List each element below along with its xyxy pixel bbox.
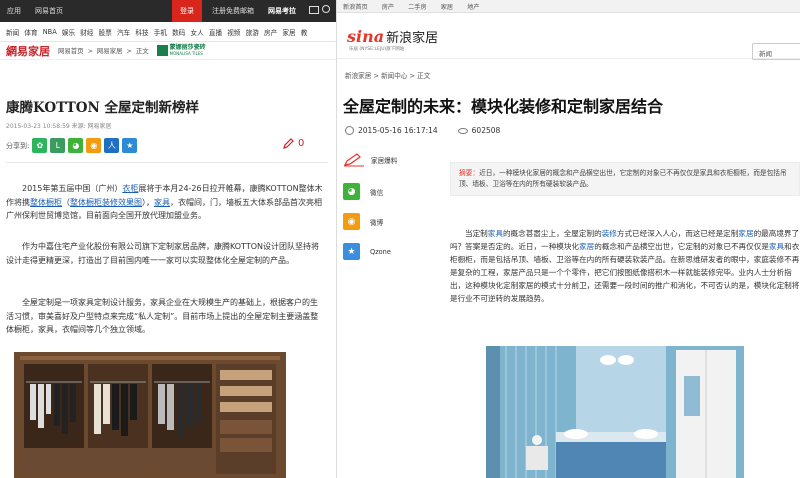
wardrobe-link[interactable]: 衣柜 xyxy=(122,184,138,193)
share-bar: 分享到: ✿ L ◕ ◉ 人 ★ xyxy=(6,138,138,153)
nav-item[interactable]: 股票 xyxy=(99,27,112,37)
article-paragraph: 作为中嘉住宅产业化股份有限公司旗下定制家居品牌，康腾KOTTON设计团队坚持将设… xyxy=(6,242,320,265)
sina-topbar: 新浪首页 房产 二手房 家居 地产 xyxy=(337,0,800,13)
netease-home-link[interactable]: 网易首页 xyxy=(28,0,70,22)
nav-item[interactable]: 汽车 xyxy=(117,27,130,37)
sina-home-logo[interactable]: sina 新浪家居 xyxy=(347,27,438,46)
comment-number: 0 xyxy=(298,138,305,149)
cabinet-link[interactable]: 整体橱柜 xyxy=(30,198,62,207)
weibo-share-button[interactable]: ◉ 微博 xyxy=(343,213,425,230)
nav-item[interactable]: 科技 xyxy=(135,27,148,37)
wechat-share-icon[interactable]: ◕ xyxy=(68,138,84,153)
mail-icon[interactable] xyxy=(309,6,319,14)
nav-item[interactable]: 直播 xyxy=(209,27,222,37)
search-category-select[interactable]: 新闻 xyxy=(752,43,800,60)
article-summary: 摘要：近日，一种模块化家居的概念和产品横空出世，它定制的对象已不再仅仅是家具和衣… xyxy=(450,162,800,196)
sina-header: sina 新浪家居 乐居 (NYSE:LEJU)旗下网站 新闻 xyxy=(337,13,800,60)
sina-topbar-link[interactable]: 家居 xyxy=(441,2,453,11)
nav-item[interactable]: 旅游 xyxy=(246,27,259,37)
furniture-link[interactable]: 家具 xyxy=(769,242,784,251)
qzone-icon: ★ xyxy=(343,243,360,260)
netease-topbar: 应用 网易首页 登录 注册免费邮箱 网易考拉 xyxy=(0,0,336,22)
report-button[interactable]: 家居爆料 xyxy=(343,153,425,167)
views-icon xyxy=(457,127,468,134)
home-link[interactable]: 家居 xyxy=(579,242,594,251)
sponsor-mark-icon xyxy=(156,45,168,56)
sina-topbar-link[interactable]: 二手房 xyxy=(408,2,427,11)
register-mail-link[interactable]: 注册免费邮箱 xyxy=(212,6,254,16)
pen-icon xyxy=(343,153,364,167)
breadcrumb-channel[interactable]: 网易家居 xyxy=(97,46,123,55)
nav-item[interactable]: 家居 xyxy=(282,27,295,37)
netease-article-pane: 应用 网易首页 登录 注册免费邮箱 网易考拉 新闻 体育 NBA 娱乐 财经 股票 汽车 科技… xyxy=(0,0,336,478)
nav-item[interactable]: 数码 xyxy=(172,27,185,37)
sponsor-logo[interactable]: 蒙娜丽莎瓷砖 MONALISA TILES xyxy=(156,45,206,56)
search-icon[interactable] xyxy=(322,5,330,13)
article-paragraph: 2015年第五届中国（广州）衣柜展将于本月24-26日拉开帷幕，康腾KOTTON… xyxy=(6,184,323,221)
breadcrumb-home[interactable]: 网易首页 xyxy=(58,46,84,55)
wechat-icon: ◕ xyxy=(343,183,360,200)
furniture-link[interactable]: 家具 xyxy=(488,229,503,238)
qzone-share-button[interactable]: ★ Qzone xyxy=(343,243,425,260)
sina-topbar-link[interactable]: 地产 xyxy=(467,2,479,11)
nav-item[interactable]: 娱乐 xyxy=(62,27,75,37)
kaola-link[interactable]: 网易考拉 xyxy=(268,6,296,16)
article-datetime: 2015-05-16 16:17:14 xyxy=(358,126,438,135)
article-title: 全屋定制的未来：模块化装修和定制家居结合 xyxy=(343,97,664,116)
view-count: 602508 xyxy=(471,126,501,135)
article-title: 康腾KOTTON 全屋定制新榜样 xyxy=(6,100,200,116)
divider xyxy=(6,162,328,163)
cabinet-gallery-link[interactable]: 整体橱柜装修效果图 xyxy=(70,198,142,207)
nav-item[interactable]: 教 xyxy=(301,27,308,37)
furniture-link[interactable]: 家具 xyxy=(154,198,170,207)
decoration-link[interactable]: 装修 xyxy=(602,229,617,238)
yixin-share-icon[interactable]: ✿ xyxy=(32,138,48,153)
share-label: 分享到: xyxy=(6,141,30,150)
sina-logo-subtitle: 乐居 (NYSE:LEJU)旗下网站 xyxy=(349,47,405,52)
article-body: 当定制家具的概念甚嚣尘上，全屋定制的装修方式已经深入人心，而这已经是定制家居的最… xyxy=(450,229,800,303)
breadcrumb-current: 正文 xyxy=(135,47,149,55)
sina-topbar-link[interactable]: 新浪首页 xyxy=(343,2,368,11)
qzone-share-icon[interactable]: ★ xyxy=(122,138,138,153)
wardrobe-photo xyxy=(14,352,286,478)
netease-home-logo[interactable]: 網易家居 xyxy=(6,43,50,59)
article-paragraph: 全屋定制是一项家具定制设计服务，家具企业在大规模生产的基础上，根据客户的生活习惯… xyxy=(6,298,319,335)
article-meta: 2015-03-23 10:58:59 来源: 网易家居 xyxy=(6,123,112,130)
article-meta: 2015-05-16 16:17:14 602508 xyxy=(345,126,500,135)
lofter-share-icon[interactable]: L xyxy=(50,138,66,153)
home-link[interactable]: 家居 xyxy=(738,229,753,238)
comment-count[interactable]: 0 xyxy=(283,138,304,149)
netease-home-brand-bar: 網易家居 网易首页 > 网易家居 > 正文 蒙娜丽莎瓷砖 MONALISA TILES xyxy=(0,42,336,60)
apps-menu[interactable]: 应用 xyxy=(0,0,28,22)
weibo-share-icon[interactable]: ◉ xyxy=(86,138,102,153)
nav-item[interactable]: 手机 xyxy=(154,27,167,37)
netease-channel-nav: 新闻 体育 NBA 娱乐 财经 股票 汽车 科技 手机 数码 女人 直播 视频 旅游 房产 家居教 xyxy=(0,22,336,42)
login-button[interactable]: 登录 xyxy=(172,0,202,22)
renren-share-icon[interactable]: 人 xyxy=(104,138,120,153)
nav-item[interactable]: 房产 xyxy=(264,27,277,37)
weibo-icon: ◉ xyxy=(343,213,360,230)
share-sidebar: 家居爆料 ◕ 微信 ◉ 微博 ★ Qzone xyxy=(343,153,425,273)
breadcrumb: 新浪家居 > 新闻中心 > 正文 xyxy=(345,72,431,80)
bedroom-photo xyxy=(486,346,744,478)
wechat-share-button[interactable]: ◕ 微信 xyxy=(343,183,425,200)
nav-item[interactable]: 财经 xyxy=(80,27,93,37)
clock-icon xyxy=(345,126,354,135)
nav-item[interactable]: 新闻 xyxy=(6,27,19,37)
comment-pen-icon xyxy=(283,138,294,149)
sina-topbar-link[interactable]: 房产 xyxy=(382,2,394,11)
nav-item[interactable]: 视频 xyxy=(227,27,240,37)
nav-item[interactable]: 体育 xyxy=(24,27,37,37)
sina-article-pane: 新浪首页 房产 二手房 家居 地产 sina 新浪家居 乐居 (NYSE:LEJU)旗下… xyxy=(336,0,800,478)
nav-item[interactable]: NBA xyxy=(43,28,57,36)
nav-item[interactable]: 女人 xyxy=(191,27,204,37)
